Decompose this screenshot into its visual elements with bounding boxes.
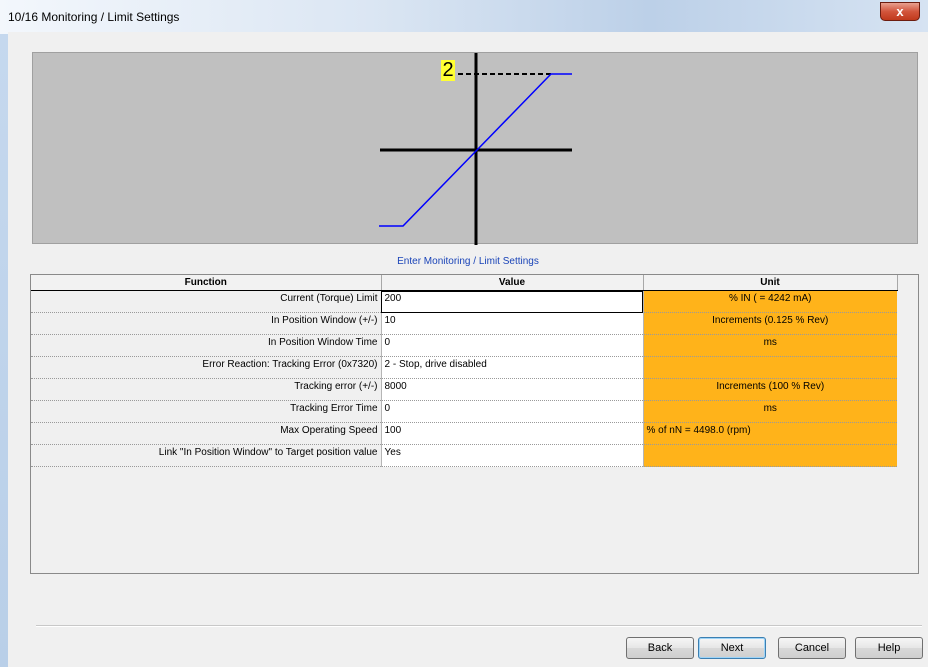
table-header-row: Function Value Unit	[31, 275, 898, 291]
table-row: Tracking error (+/-) 8000 Increments (10…	[31, 378, 897, 401]
settings-table: Function Value Unit Current (Torque) Lim…	[31, 275, 898, 467]
table-row: Tracking Error Time 0 ms	[31, 400, 897, 423]
cancel-button[interactable]: Cancel	[778, 637, 846, 659]
function-cell: Tracking error (+/-)	[31, 378, 382, 401]
table-row: Error Reaction: Tracking Error (0x7320) …	[31, 356, 897, 379]
unit-cell	[643, 444, 897, 467]
next-button[interactable]: Next	[698, 637, 766, 659]
unit-cell: ms	[643, 400, 897, 423]
unit-cell: Increments (100 % Rev)	[643, 378, 897, 401]
function-cell: In Position Window Time	[31, 334, 382, 357]
title-bar: 10/16 Monitoring / Limit Settings x	[0, 0, 928, 34]
value-cell[interactable]: 10	[381, 312, 644, 335]
table-row: Current (Torque) Limit 200 % IN ( = 4242…	[31, 290, 897, 313]
unit-cell: Increments (0.125 % Rev)	[643, 312, 897, 335]
value-cell[interactable]: Yes	[381, 444, 644, 467]
column-header-function: Function	[31, 275, 382, 291]
table-row: Max Operating Speed 100 % of nN = 4498.0…	[31, 422, 897, 445]
limit-graph	[379, 53, 572, 245]
table-row: In Position Window (+/-) 10 Increments (…	[31, 312, 897, 335]
footer-divider	[36, 625, 922, 627]
close-button[interactable]: x	[880, 2, 920, 21]
value-cell[interactable]: 200	[381, 290, 644, 313]
table-row: Link "In Position Window" to Target posi…	[31, 444, 897, 467]
value-cell[interactable]: 0	[381, 400, 644, 423]
settings-grid: Function Value Unit Current (Torque) Lim…	[30, 274, 919, 574]
unit-cell: % of nN = 4498.0 (rpm)	[643, 422, 897, 445]
function-cell: In Position Window (+/-)	[31, 312, 382, 335]
column-header-value: Value	[381, 275, 644, 291]
unit-cell: ms	[643, 334, 897, 357]
function-cell: Current (Torque) Limit	[31, 290, 382, 313]
function-cell: Tracking Error Time	[31, 400, 382, 423]
value-cell[interactable]: 100	[381, 422, 644, 445]
value-cell[interactable]: 2 - Stop, drive disabled	[381, 356, 644, 379]
dialog-window: 10/16 Monitoring / Limit Settings x 2 En…	[0, 0, 928, 667]
section-heading: Enter Monitoring / Limit Settings	[397, 256, 539, 267]
function-cell: Link "In Position Window" to Target posi…	[31, 444, 382, 467]
help-button[interactable]: Help	[855, 637, 923, 659]
value-cell[interactable]: 0	[381, 334, 644, 357]
limit-value-badge: 2	[441, 59, 455, 81]
value-cell[interactable]: 8000	[381, 378, 644, 401]
column-header-unit: Unit	[643, 275, 898, 291]
unit-cell: % IN ( = 4242 mA)	[643, 290, 897, 313]
limit-graph-panel: 2	[32, 52, 918, 245]
close-icon: x	[896, 4, 904, 19]
table-row: In Position Window Time 0 ms	[31, 334, 897, 357]
unit-cell	[643, 356, 897, 379]
function-cell: Max Operating Speed	[31, 422, 382, 445]
function-cell: Error Reaction: Tracking Error (0x7320)	[31, 356, 382, 379]
window-title: 10/16 Monitoring / Limit Settings	[8, 10, 180, 24]
back-button[interactable]: Back	[626, 637, 694, 659]
dialog-content: 2 Enter Monitoring / Limit Settings Func…	[8, 32, 928, 667]
